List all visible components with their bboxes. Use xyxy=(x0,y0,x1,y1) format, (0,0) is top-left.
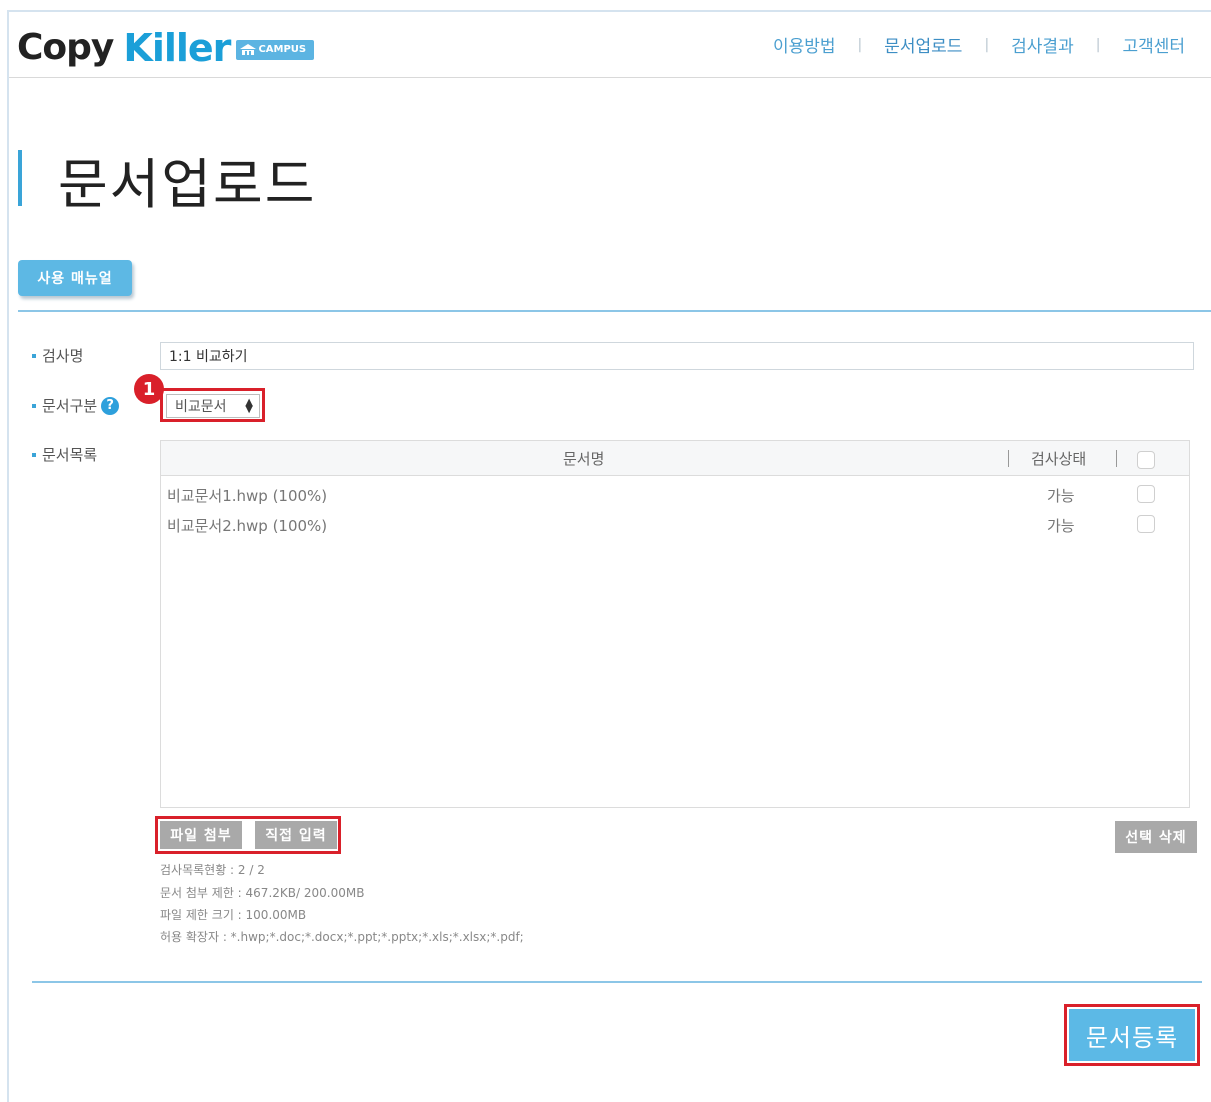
header: Copy Killer CAMPUS 이용방법 | 문서업로드 | 검사결과 |… xyxy=(9,12,1211,78)
nav-item-upload[interactable]: 문서업로드 xyxy=(880,32,966,57)
register-document-button[interactable]: 문서등록 xyxy=(1069,1009,1195,1061)
help-icon[interactable]: ? xyxy=(101,396,120,415)
campus-building-icon xyxy=(240,44,257,55)
bullet-icon xyxy=(32,353,36,358)
list-count-info: 검사목록현황 : 2 / 2 xyxy=(160,863,265,877)
row-status: 가능 xyxy=(1047,487,1075,505)
logo-killer-text: Killer xyxy=(123,26,231,70)
step-number-badge: 1 xyxy=(134,374,164,404)
exam-name-label-text: 검사명 xyxy=(42,347,84,365)
allowed-extensions-info: 허용 확장자 : *.hwp;*.doc;*.docx;*.ppt;*.pptx… xyxy=(160,930,524,944)
doc-type-selected-value: 비교문서 xyxy=(175,399,227,415)
attach-limit-info: 문서 첨부 제한 : 467.2KB/ 200.00MB xyxy=(160,886,365,900)
doc-list-label: 문서목록 xyxy=(32,444,97,465)
table-header: 문서명 검사상태 xyxy=(161,441,1189,476)
page-title: 문서업로드 xyxy=(58,153,317,216)
doc-type-select[interactable]: 비교문서 ▲ ▼ xyxy=(166,394,260,418)
bullet-icon xyxy=(32,452,36,457)
row-file-name: 비교문서1.hwp (100%) xyxy=(167,487,328,505)
select-arrows-icon: ▲ ▼ xyxy=(245,397,253,415)
campus-badge-text: CAMPUS xyxy=(258,44,307,55)
user-manual-button[interactable]: 사용 매뉴얼 xyxy=(18,260,132,296)
bullet-icon xyxy=(32,403,36,408)
direct-input-button[interactable]: 직접 입력 xyxy=(255,821,337,849)
nav-separator: | xyxy=(857,36,863,53)
bottom-divider xyxy=(32,981,1202,983)
column-separator xyxy=(1116,450,1117,467)
doc-type-label: 문서구분 ? xyxy=(32,395,120,416)
delete-selected-button[interactable]: 선택 삭제 xyxy=(1115,821,1197,853)
nav-separator: | xyxy=(984,36,990,53)
nav-item-results[interactable]: 검사결과 xyxy=(1007,32,1078,57)
row-file-name: 비교문서2.hwp (100%) xyxy=(167,517,328,535)
section-divider xyxy=(18,310,1211,312)
doc-type-label-text: 문서구분 xyxy=(42,397,98,415)
file-size-limit-info: 파일 제한 크기 : 100.00MB xyxy=(160,908,307,922)
column-header-doc-name: 문서명 xyxy=(563,450,605,468)
logo[interactable]: Copy Killer CAMPUS xyxy=(17,22,315,70)
nav-separator: | xyxy=(1095,36,1101,53)
exam-name-label: 검사명 xyxy=(32,345,83,366)
top-nav: 이용방법 | 문서업로드 | 검사결과 | 고객센터 xyxy=(769,32,1189,58)
row-status: 가능 xyxy=(1047,517,1075,535)
select-all-checkbox[interactable] xyxy=(1137,451,1155,469)
column-separator xyxy=(1008,450,1009,467)
row-checkbox[interactable] xyxy=(1137,485,1155,503)
column-header-status: 검사상태 xyxy=(1031,450,1087,468)
doc-list-label-text: 문서목록 xyxy=(42,446,98,464)
nav-item-usage[interactable]: 이용방법 xyxy=(769,32,840,57)
exam-name-input[interactable]: 1:1 비교하기 xyxy=(160,342,1194,370)
attach-file-button[interactable]: 파일 첨부 xyxy=(160,821,242,849)
document-list-table: 문서명 검사상태 비교문서1.hwp (100%) 가능 비교문서2.hwp (… xyxy=(160,440,1190,808)
nav-item-support[interactable]: 고객센터 xyxy=(1118,32,1189,57)
campus-badge: CAMPUS xyxy=(236,40,315,60)
title-accent-bar xyxy=(18,150,22,206)
table-row[interactable]: 비교문서2.hwp (100%) 가능 xyxy=(161,509,1189,539)
frame-left-border xyxy=(7,12,9,1102)
table-row[interactable]: 비교문서1.hwp (100%) 가능 xyxy=(161,479,1189,509)
logo-copy-text: Copy xyxy=(17,27,114,68)
row-checkbox[interactable] xyxy=(1137,515,1155,533)
